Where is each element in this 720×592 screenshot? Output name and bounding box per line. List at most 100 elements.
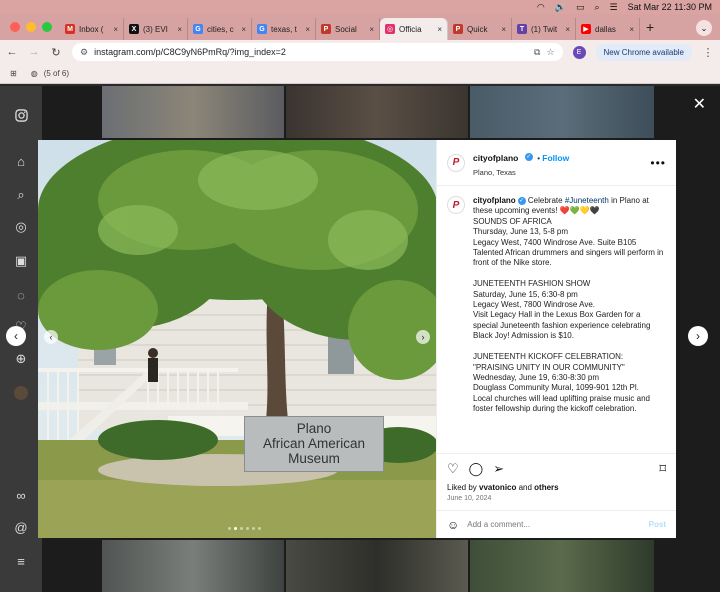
like-heart-icon[interactable]: ♡ xyxy=(447,461,459,477)
account-avatar[interactable]: P xyxy=(447,153,465,172)
grid-thumbnail[interactable] xyxy=(470,540,654,592)
tab-4[interactable]: P Social × xyxy=(316,18,380,40)
tab-close-icon[interactable]: × xyxy=(369,25,374,34)
tab-favicon-icon: ▶ xyxy=(581,24,591,34)
comment-input[interactable]: Add a comment... xyxy=(467,520,640,529)
wifi-icon[interactable]: ◠ xyxy=(537,2,545,13)
maximize-window-button[interactable] xyxy=(42,22,52,32)
grid-thumbnail[interactable] xyxy=(102,86,284,138)
site-info-icon[interactable]: ⚙ xyxy=(80,47,88,58)
previous-post-button[interactable]: ‹ xyxy=(6,326,26,346)
comment-icon[interactable]: ◯ xyxy=(469,461,484,477)
verified-badge-icon: ✓ xyxy=(517,196,526,205)
tab-6[interactable]: P Quick × xyxy=(448,18,512,40)
new-tab-button[interactable]: + xyxy=(640,19,660,40)
share-icon[interactable]: ➢ xyxy=(493,461,504,477)
threads-icon[interactable]: @ xyxy=(14,520,28,535)
carousel-dots xyxy=(228,527,261,530)
tab-0[interactable]: M Inbox (× xyxy=(60,18,124,40)
next-image-button[interactable]: › xyxy=(416,330,430,344)
tab-1[interactable]: X (3) EVI × xyxy=(124,18,188,40)
chevron-right-icon: › xyxy=(421,332,425,342)
reels-icon[interactable]: ▣ xyxy=(14,253,28,268)
tab-list: M Inbox (× X (3) EVI × Gcities, c × Gtexas, t × P… xyxy=(60,18,640,40)
tab-close-icon[interactable]: × xyxy=(437,25,442,34)
address-bar[interactable]: ⚙ instagram.com/p/C8C9yN6PmRq/?img_index… xyxy=(72,43,563,61)
messenger-icon[interactable]: ◌ xyxy=(14,288,28,303)
liked-by-user[interactable]: vvatonico xyxy=(479,483,516,492)
new-chrome-button[interactable]: New Chrome available xyxy=(595,43,692,61)
menu-icon[interactable]: ≡ xyxy=(14,554,28,569)
apps-grid-icon[interactable]: ⊞ xyxy=(10,69,17,78)
tab-8[interactable]: ▶ dallas × xyxy=(576,18,640,40)
close-icon[interactable]: ✕ xyxy=(693,94,706,114)
search-icon[interactable]: ⌕ xyxy=(14,187,28,202)
profile-avatar[interactable] xyxy=(14,386,28,400)
battery-icon[interactable]: ▭ xyxy=(576,2,585,13)
post-date[interactable]: June 10, 2024 xyxy=(437,492,676,502)
tab-search-button[interactable]: ⌄ xyxy=(696,20,712,36)
volume-icon[interactable]: 🔊 xyxy=(555,2,566,13)
tab-favicon-icon: X xyxy=(129,24,139,34)
caption-body: SOUNDS OF AFRICA Thursday, June 13, 5-8 … xyxy=(473,216,664,414)
grid-thumbnail[interactable] xyxy=(470,86,654,138)
search-icon[interactable]: ⌕ xyxy=(595,2,600,13)
tab-favicon-icon: G xyxy=(257,24,267,34)
explore-icon[interactable]: ◎ xyxy=(14,219,28,234)
hashtag-link[interactable]: #Juneteenth xyxy=(565,196,609,205)
grid-thumbnail[interactable] xyxy=(286,86,468,138)
tab-close-icon[interactable]: × xyxy=(565,25,570,34)
caption-account-name[interactable]: cityofplano xyxy=(473,196,516,205)
next-post-button[interactable]: › xyxy=(688,326,708,346)
home-icon[interactable]: ⌂ xyxy=(14,154,28,169)
carousel-dot-active xyxy=(234,527,237,530)
globe-icon: ◍ xyxy=(30,69,38,78)
liked-by-others[interactable]: others xyxy=(534,483,558,492)
menubar-datetime[interactable]: Sat Mar 22 11:30 PM xyxy=(628,2,712,12)
museum-sign: Plano African American Museum xyxy=(244,416,384,472)
create-icon[interactable]: ⊕ xyxy=(14,351,28,366)
chevron-right-icon: › xyxy=(696,329,700,343)
back-button[interactable]: ← xyxy=(6,46,18,58)
bookmark-counter[interactable]: (5 of 6) xyxy=(44,69,69,78)
tab-close-icon[interactable]: × xyxy=(501,25,506,34)
tab-favicon-icon: ◎ xyxy=(385,24,395,34)
control-center-icon[interactable]: ☰ xyxy=(610,2,618,13)
caption-avatar[interactable]: P xyxy=(447,196,465,214)
tab-3[interactable]: Gtexas, t × xyxy=(252,18,316,40)
post-location[interactable]: Plano, Texas xyxy=(473,168,569,177)
instagram-page: ⌂ ⌕ ◎ ▣ ◌ ♡ ⊕ ∞ @ ≡ ✕ ‹ › xyxy=(0,86,720,592)
account-name[interactable]: cityofplano xyxy=(473,153,518,163)
url-text[interactable]: instagram.com/p/C8C9yN6PmRq/?img_index=2 xyxy=(94,47,528,57)
more-options-icon[interactable]: ••• xyxy=(650,156,666,170)
bookmark-star-icon[interactable]: ☆ xyxy=(546,47,554,58)
tab-close-icon[interactable]: × xyxy=(629,25,634,34)
bookmark-icon[interactable]: ⌑ xyxy=(659,461,666,477)
emoji-icon[interactable]: ☺ xyxy=(447,518,459,532)
forward-button[interactable]: → xyxy=(28,46,40,58)
previous-image-button[interactable]: ‹ xyxy=(44,330,58,344)
tab-close-icon[interactable]: × xyxy=(113,25,118,34)
grid-thumbnail[interactable] xyxy=(286,540,468,592)
close-window-button[interactable] xyxy=(10,22,20,32)
chevron-left-icon: ‹ xyxy=(49,332,53,342)
tab-5[interactable]: ◎ Officia × xyxy=(380,18,448,40)
profile-avatar[interactable]: E xyxy=(572,45,586,59)
post-photo[interactable]: Plano African American Museum ‹ › xyxy=(38,140,436,538)
browser-toolbar: ← → ↻ ⚙ instagram.com/p/C8C9yN6PmRq/?img… xyxy=(0,40,720,64)
post-comment-button[interactable]: Post xyxy=(649,520,666,529)
instagram-logo-icon[interactable] xyxy=(14,108,28,122)
tab-2[interactable]: Gcities, c × xyxy=(188,18,252,40)
minimize-window-button[interactable] xyxy=(26,22,36,32)
meta-icon[interactable]: ∞ xyxy=(14,488,28,503)
reload-button[interactable]: ↻ xyxy=(50,46,62,59)
window-controls xyxy=(0,22,60,40)
follow-button[interactable]: Follow xyxy=(542,153,569,163)
tab-close-icon[interactable]: × xyxy=(177,25,182,34)
install-app-icon[interactable]: ⧉ xyxy=(534,47,540,58)
grid-thumbnail[interactable] xyxy=(102,540,284,592)
tab-close-icon[interactable]: × xyxy=(305,25,310,34)
kebab-menu-icon[interactable]: ⋮ xyxy=(702,46,714,59)
tab-7[interactable]: T (1) Twit × xyxy=(512,18,576,40)
tab-close-icon[interactable]: × xyxy=(241,25,246,34)
